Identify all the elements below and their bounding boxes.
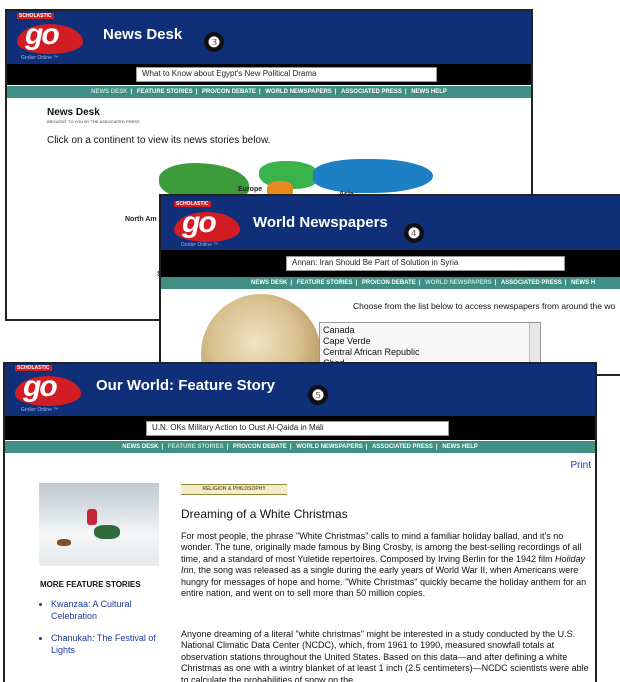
nav-world-newspapers[interactable]: WORLD NEWSPAPERS [425,280,492,286]
feature-photo [39,483,159,566]
header-bar: SCHOLASTIC go Grolier Online ™ World New… [161,196,620,250]
ticker-bar: Annan: Iran Should Be Part of Solution i… [161,250,620,277]
nav-feature-stories[interactable]: FEATURE STORIES [137,89,193,95]
nav-news-help[interactable]: NEWS HELP [411,89,447,95]
map-label-north-america: North Am [125,216,157,223]
logo-text: go [23,370,58,403]
nav-bar: NEWS DESK | FEATURE STORIES | PRO/CON DEBA… [7,86,531,98]
nav-associated-press[interactable]: ASSOCIATED PRESS [341,89,402,95]
continent-asia[interactable] [313,159,433,193]
news-ticker[interactable]: What to Know about Egypt's New Political… [136,67,437,82]
article-title: Dreaming of a White Christmas [181,507,348,521]
header-bar: SCHOLASTIC go Grolier Online ™ Our World… [5,364,595,416]
nav-associated-press[interactable]: ASSOCIATED PRESS [501,280,562,286]
nav-bar: NEWS DESK | FEATURE STORIES | PRO/CON DEBA… [161,277,620,289]
list-item[interactable]: Kwanzaa: A Cultural Celebration [51,598,161,622]
print-link[interactable]: Print [570,460,591,471]
category-tag[interactable]: RELIGION & PHILOSOPHY [181,484,287,495]
nav-associated-press[interactable]: ASSOCIATED PRESS [372,444,433,450]
more-stories-list: Kwanzaa: A Cultural Celebration Chanukah… [37,598,161,656]
country-option[interactable]: Central African Republic [323,347,537,358]
list-item[interactable]: Chanukah: The Festival of Lights [51,632,161,656]
map-label-europe: Europe [238,186,263,193]
nav-feature-stories[interactable]: FEATURE STORIES [168,444,224,450]
ticker-bar: What to Know about Egypt's New Political… [7,64,531,85]
country-option[interactable]: Cape Verde [323,336,537,347]
logo-text: go [182,206,217,239]
go-logo[interactable]: SCHOLASTIC go [15,365,85,410]
news-ticker[interactable]: Annan: Iran Should Be Part of Solution i… [286,256,565,271]
nav-news-desk[interactable]: NEWS DESK [251,280,287,286]
feature-story-window: SCHOLASTIC go Grolier Online ™ Our World… [3,362,597,682]
nav-news-desk[interactable]: NEWS DESK [91,89,127,95]
nav-pro-con-debate[interactable]: PRO/CON DEBATE [233,444,287,450]
page-title: Our World: Feature Story [96,377,275,394]
nav-feature-stories[interactable]: FEATURE STORIES [297,280,353,286]
grolier-label: Grolier Online ™ [21,407,59,413]
nav-bar: NEWS DESK | FEATURE STORIES | PRO/CON DEBA… [5,441,595,453]
logo-text: go [25,18,60,51]
step-badge: ❹ [404,223,424,243]
instruction-text: Click on a continent to view its news st… [47,135,271,146]
nav-news-desk[interactable]: NEWS DESK [122,444,158,450]
instruction-text: Choose from the list below to access new… [353,301,616,311]
section-heading: News Desk [47,107,100,118]
more-stories-heading: MORE FEATURE STORIES [40,580,141,589]
ticker-bar: U.N. OKs Military Action to Oust Al-Qaid… [5,416,595,440]
step-badge: ❸ [204,32,224,52]
nav-news-help[interactable]: NEWS HELP [442,444,478,450]
grolier-label: Grolier Online ™ [181,242,219,248]
page-title: World Newspapers [253,214,388,231]
article-paragraph: For most people, the phrase "White Chris… [181,531,587,599]
header-bar: SCHOLASTIC go Grolier Online ™ News Desk… [7,11,531,64]
world-newspapers-window: SCHOLASTIC go Grolier Online ™ World New… [159,194,620,376]
go-logo[interactable]: SCHOLASTIC go [17,13,87,58]
grolier-label: Grolier Online ™ [21,55,59,61]
nav-world-newspapers[interactable]: WORLD NEWSPAPERS [265,89,332,95]
country-option[interactable]: Canada [323,325,537,336]
step-badge: ❺ [308,385,328,405]
nav-news-help[interactable]: NEWS H [571,280,595,286]
nav-pro-con-debate[interactable]: PRO/CON DEBATE [362,280,416,286]
nav-pro-con-debate[interactable]: PRO/CON DEBATE [202,89,256,95]
page-title: News Desk [103,26,183,43]
go-logo[interactable]: SCHOLASTIC go [174,201,244,246]
news-ticker[interactable]: U.N. OKs Military Action to Oust Al-Qaid… [146,421,449,436]
brought-by-label: BROUGHT TO YOU BY THE ASSOCIATED PRESS [47,119,140,124]
article-paragraph: Anyone dreaming of a literal "white chri… [181,629,589,682]
nav-world-newspapers[interactable]: WORLD NEWSPAPERS [296,444,363,450]
